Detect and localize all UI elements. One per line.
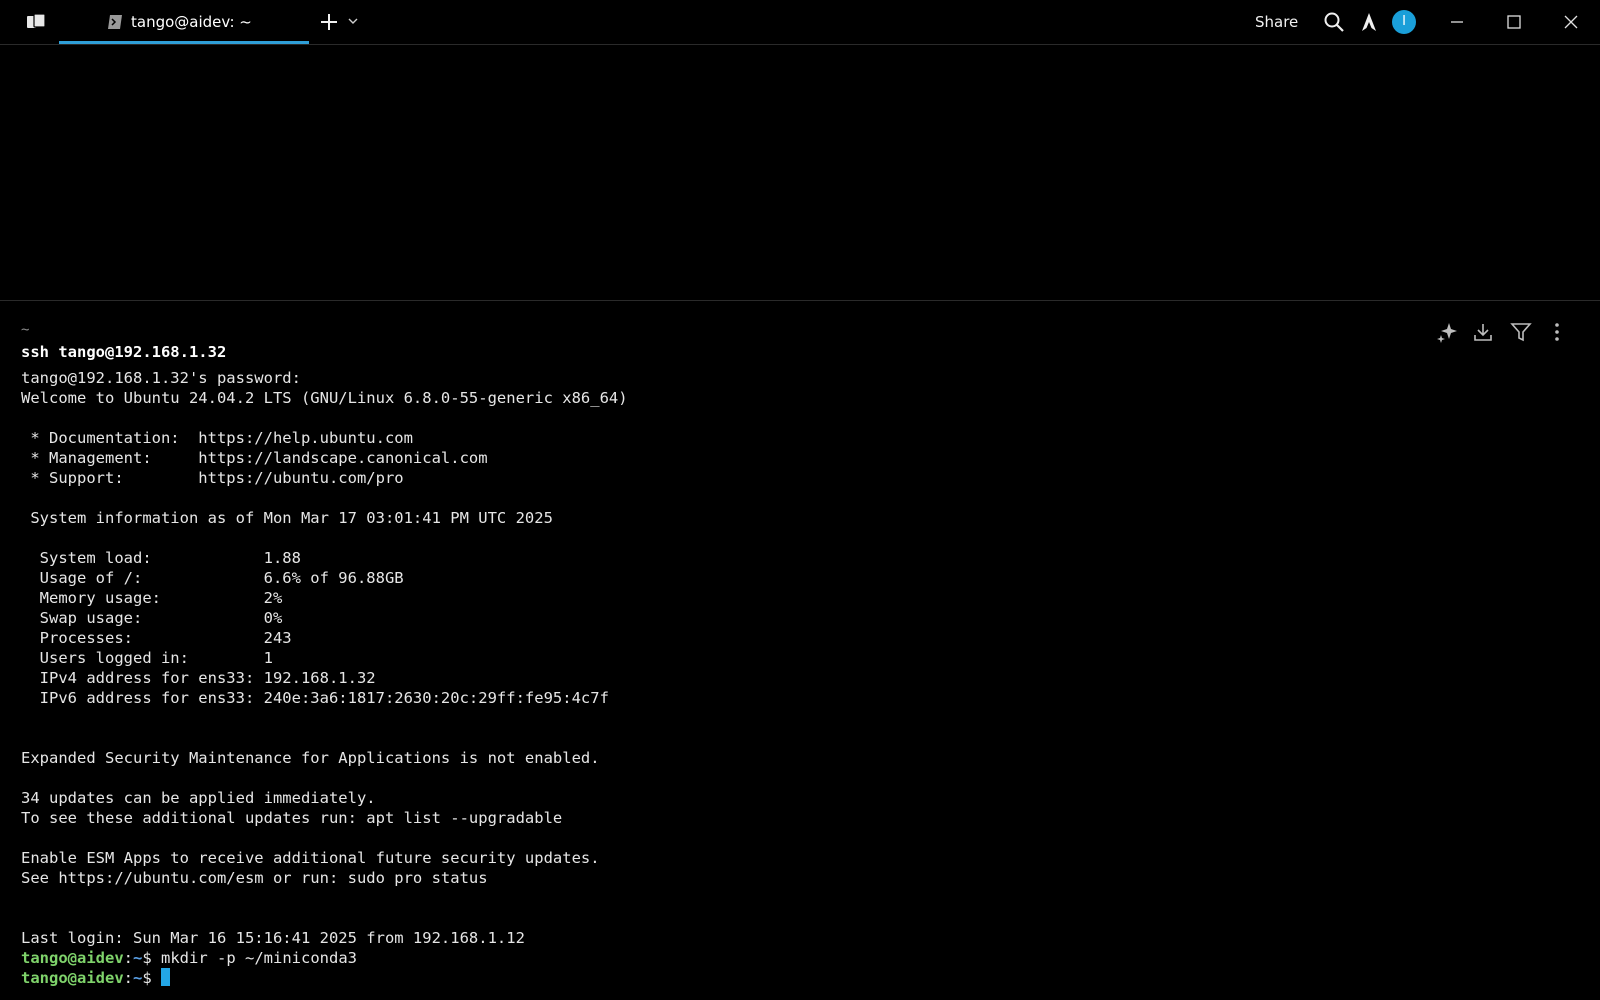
- prompt-path: ~: [133, 949, 143, 967]
- output-line: IPv4 address for ens33: 192.168.1.32: [21, 669, 376, 687]
- output-line: Users logged in: 1: [21, 649, 273, 667]
- output-line: Swap usage: 0%: [21, 609, 283, 627]
- block-toolbar: [1430, 321, 1580, 345]
- terminal-prompt-icon: [108, 15, 122, 29]
- prompt-path: ~: [133, 969, 143, 987]
- output-line: Usage of /: 6.6% of 96.88GB: [21, 569, 404, 587]
- title-bar: tango@aidev: ~ Share I: [0, 0, 1600, 45]
- minimize-icon[interactable]: [1446, 11, 1468, 33]
- output-line: See https://ubuntu.com/esm or run: sudo …: [21, 869, 488, 887]
- plus-icon[interactable]: [318, 11, 340, 33]
- maximize-icon[interactable]: [1503, 11, 1525, 33]
- warp-ai-icon[interactable]: [1358, 11, 1380, 33]
- search-icon[interactable]: [1323, 11, 1345, 33]
- output-line: To see these additional updates run: apt…: [21, 809, 563, 827]
- warp-logo-icon[interactable]: [26, 13, 46, 31]
- output-line: * Support: https://ubuntu.com/pro: [21, 469, 404, 487]
- avatar[interactable]: I: [1392, 10, 1416, 34]
- previous-command: mkdir -p ~/miniconda3: [161, 949, 357, 967]
- output-line: Memory usage: 2%: [21, 589, 283, 607]
- input-line[interactable]: tango@aidev:~$: [21, 968, 1421, 988]
- tab-title: tango@aidev: ~: [131, 13, 252, 31]
- output-line: * Documentation: https://help.ubuntu.com: [21, 429, 413, 447]
- close-icon[interactable]: [1560, 11, 1582, 33]
- share-button[interactable]: Share: [1255, 13, 1298, 31]
- download-icon[interactable]: [1472, 321, 1494, 343]
- prompt-user: tango@aidev: [21, 949, 124, 967]
- prompt-dollar: $: [142, 949, 162, 967]
- terminal-block[interactable]: ~ ssh tango@192.168.1.32 tango@192.168.1…: [21, 320, 1421, 988]
- text-cursor: [161, 968, 171, 986]
- prompt-separator: :: [123, 969, 133, 987]
- prompt-dollar: $: [142, 969, 162, 987]
- output-line: 34 updates can be applied immediately.: [21, 789, 376, 807]
- output-line: Last login: Sun Mar 16 15:16:41 2025 fro…: [21, 929, 525, 947]
- block-output: tango@192.168.1.32's password: Welcome to…: [21, 368, 1421, 948]
- output-line: * Management: https://landscape.canonica…: [21, 449, 488, 467]
- filter-icon[interactable]: [1510, 321, 1532, 343]
- output-line: System load: 1.88: [21, 549, 301, 567]
- prompt-separator: :: [123, 949, 133, 967]
- tab-active[interactable]: tango@aidev: ~: [59, 0, 309, 44]
- chevron-down-icon[interactable]: [347, 15, 359, 27]
- output-line: Enable ESM Apps to receive additional fu…: [21, 849, 600, 867]
- sparkle-icon[interactable]: [1436, 321, 1458, 343]
- tab-active-indicator: [59, 41, 309, 44]
- more-vertical-icon[interactable]: [1546, 321, 1568, 343]
- terminal-pane-top[interactable]: [0, 45, 1600, 301]
- block-cwd: ~: [21, 322, 30, 338]
- prompt-user: tango@aidev: [21, 969, 124, 987]
- block-command: ssh tango@192.168.1.32: [21, 343, 227, 361]
- output-line: tango@192.168.1.32's password:: [21, 369, 301, 387]
- output-line: Expanded Security Maintenance for Applic…: [21, 749, 600, 767]
- output-line: Processes: 243: [21, 629, 292, 647]
- prompt-line: tango@aidev:~$ mkdir -p ~/miniconda3: [21, 948, 1421, 968]
- output-line: System information as of Mon Mar 17 03:0…: [21, 509, 553, 527]
- output-line: Welcome to Ubuntu 24.04.2 LTS (GNU/Linux…: [21, 389, 628, 407]
- output-line: IPv6 address for ens33: 240e:3a6:1817:26…: [21, 689, 609, 707]
